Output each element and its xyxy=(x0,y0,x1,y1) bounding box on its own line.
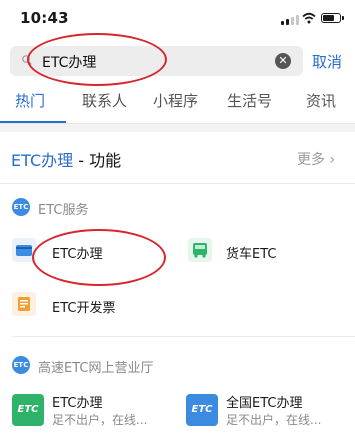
card-title[interactable]: ETC办理 xyxy=(52,392,102,411)
section-gap xyxy=(0,124,355,132)
tab-mini-programs[interactable]: 小程序 xyxy=(153,90,198,111)
more-link[interactable]: 更多 › xyxy=(297,149,335,169)
search-icon xyxy=(22,55,32,65)
clear-icon[interactable]: ✕ xyxy=(275,53,291,69)
tab-contacts[interactable]: 联系人 xyxy=(82,90,127,111)
battery-icon xyxy=(321,13,344,23)
cancel-button[interactable]: 取消 xyxy=(312,51,342,72)
invoice-icon xyxy=(12,292,36,316)
etc-badge-icon: ETC xyxy=(12,198,30,216)
function-title-suffix: - 功能 xyxy=(73,151,122,170)
status-bar: 10:43 xyxy=(0,0,355,38)
etc-hall-icon: ETC xyxy=(12,356,30,374)
wifi-icon xyxy=(302,12,316,24)
card-subtitle: 足不出户，在线... xyxy=(226,413,322,427)
search-input[interactable]: ETC办理 xyxy=(42,52,96,72)
etc-blue-logo-icon: ETC xyxy=(186,394,218,426)
highway-hall-label: 高速ETC网上营业厅 xyxy=(38,361,154,376)
etc-invoice-item[interactable]: ETC开发票 xyxy=(52,297,115,316)
status-time: 10:43 xyxy=(20,9,69,27)
function-title-highlight: ETC办理 xyxy=(11,151,74,170)
card-icon xyxy=(12,238,36,262)
divider xyxy=(12,336,355,337)
divider xyxy=(0,183,355,184)
truck-etc-item[interactable]: 货车ETC xyxy=(226,243,276,262)
card-title[interactable]: 全国ETC办理 xyxy=(226,392,302,411)
etc-apply-item[interactable]: ETC办理 xyxy=(52,243,102,262)
function-section-title: ETC办理 - 功能 xyxy=(11,147,121,171)
truck-icon xyxy=(188,238,212,262)
etc-green-logo-icon: ETC xyxy=(12,394,44,426)
tab-news[interactable]: 资讯 xyxy=(306,90,336,111)
etc-service-label: ETC服务 xyxy=(38,203,89,218)
card-subtitle: 足不出户，在线... xyxy=(52,413,148,427)
tab-hot[interactable]: 热门 xyxy=(15,90,45,111)
signal-icon xyxy=(281,14,299,25)
tab-life-accounts[interactable]: 生活号 xyxy=(227,90,272,111)
